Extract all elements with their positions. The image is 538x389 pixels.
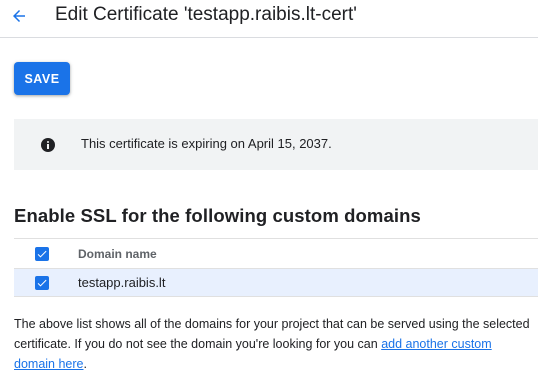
description-text: The above list shows all of the domains … bbox=[14, 314, 534, 374]
select-all-checkbox[interactable] bbox=[35, 247, 49, 261]
info-message: This certificate is expiring on April 15… bbox=[81, 136, 332, 151]
table-row[interactable]: testapp.raibis.lt bbox=[14, 268, 538, 297]
domain-cell: testapp.raibis.lt bbox=[78, 275, 166, 290]
info-icon bbox=[41, 138, 55, 152]
section-title: Enable SSL for the following custom doma… bbox=[14, 205, 421, 226]
row-checkbox[interactable] bbox=[35, 276, 49, 290]
column-header-domain-name[interactable]: Domain name bbox=[78, 247, 157, 261]
page-header: Edit Certificate 'testapp.raibis.lt-cert… bbox=[0, 0, 538, 38]
description-suffix: . bbox=[83, 357, 87, 371]
arrow-back-icon bbox=[13, 10, 25, 22]
domains-table: Domain name testapp.raibis.lt bbox=[14, 238, 538, 297]
table-header-row: Domain name bbox=[14, 238, 538, 268]
info-banner: This certificate is expiring on April 15… bbox=[14, 119, 538, 170]
page-title: Edit Certificate 'testapp.raibis.lt-cert… bbox=[55, 4, 357, 25]
checkmark-icon bbox=[37, 250, 47, 258]
checkmark-icon bbox=[37, 279, 47, 287]
save-button[interactable]: SAVE bbox=[14, 62, 70, 95]
back-button[interactable] bbox=[7, 4, 31, 28]
